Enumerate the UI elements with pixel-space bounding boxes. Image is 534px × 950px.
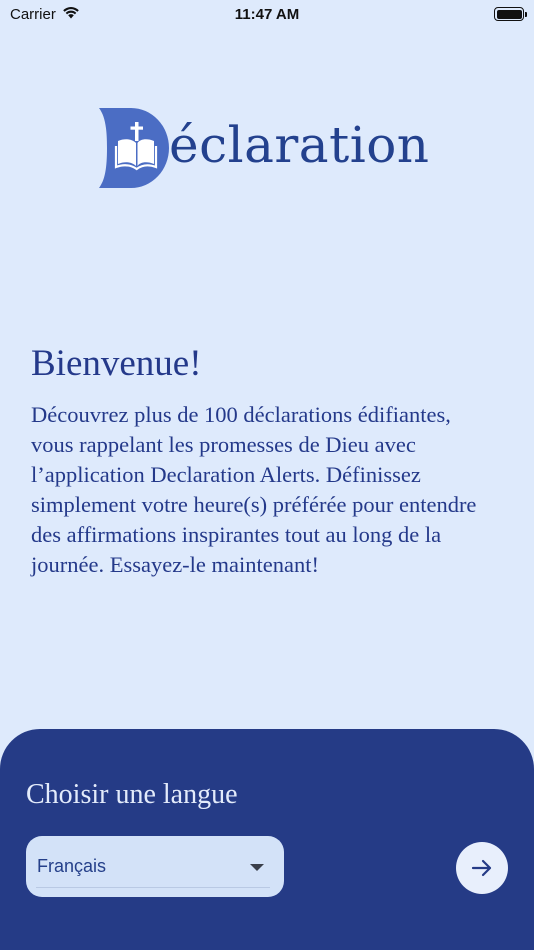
bible-cross-icon xyxy=(99,108,169,188)
status-bar: Carrier 11:47 AM xyxy=(0,0,534,28)
carrier-label: Carrier xyxy=(10,5,56,23)
logo-wordmark: éclaration xyxy=(169,116,430,174)
wifi-icon xyxy=(62,6,80,23)
next-button[interactable] xyxy=(456,842,508,894)
welcome-section: Bienvenue! Découvrez plus de 100 déclara… xyxy=(31,340,491,580)
selected-language: Français xyxy=(37,856,107,876)
dropdown-caret-icon xyxy=(250,864,264,871)
status-time: 11:47 AM xyxy=(234,5,300,23)
arrow-right-icon xyxy=(471,859,492,877)
language-panel-title: Choisir une langue xyxy=(26,779,238,810)
language-dropdown[interactable]: Français xyxy=(26,836,284,897)
dropdown-underline xyxy=(36,887,270,888)
app-logo: éclaration xyxy=(97,104,430,188)
welcome-title: Bienvenue! xyxy=(31,343,202,384)
battery-icon xyxy=(494,7,527,21)
language-panel: Choisir une langue Français xyxy=(0,729,534,950)
welcome-description: Découvrez plus de 100 déclarations édifi… xyxy=(31,402,477,577)
